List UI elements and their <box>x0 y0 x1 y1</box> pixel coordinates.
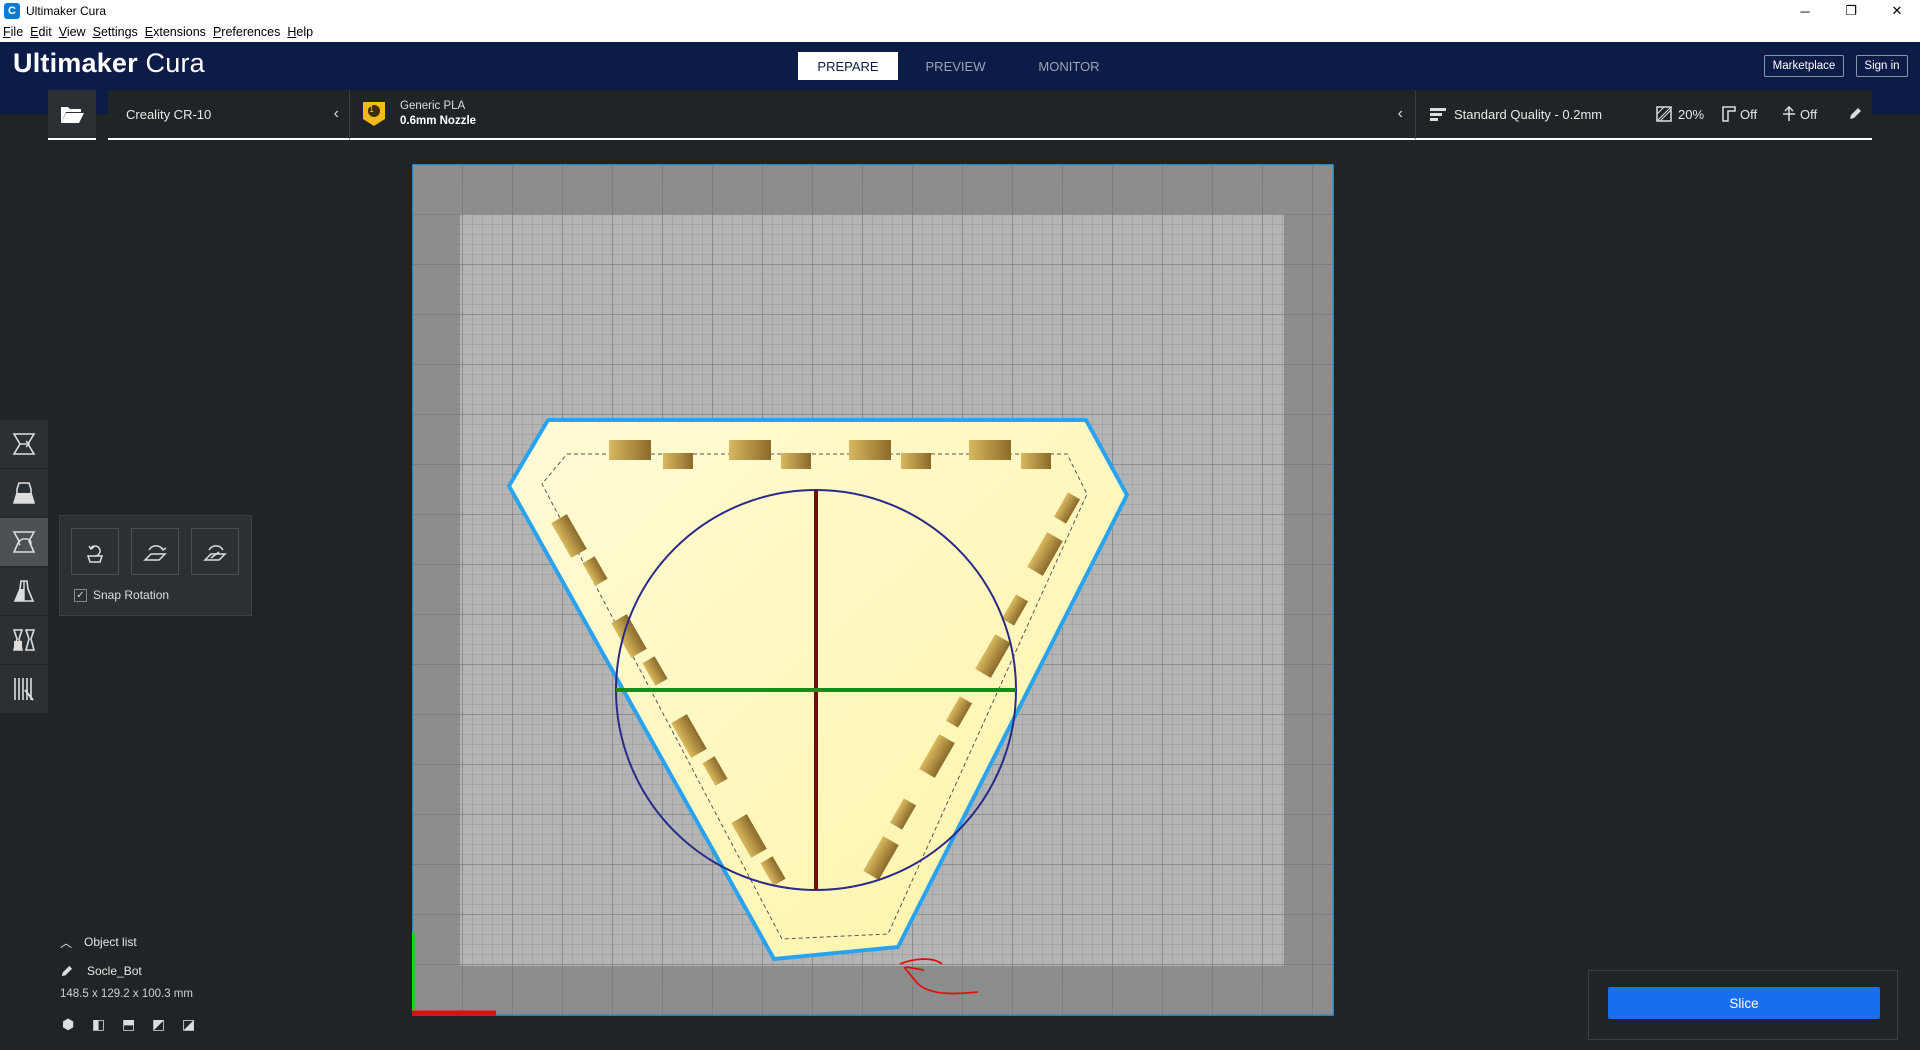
mirror-icon <box>13 580 35 602</box>
menu-preferences[interactable]: Preferences <box>213 25 280 39</box>
menu-file[interactable]: File <box>3 25 23 39</box>
profile-icon <box>1430 108 1446 121</box>
folder-open-icon <box>61 107 84 123</box>
window-controls: ─ ❐ ✕ <box>1782 0 1920 22</box>
quality-profile: Standard Quality - 0.2mm <box>1454 106 1603 122</box>
object-list-toggle[interactable]: ︿ Object list <box>60 932 142 952</box>
open-file-button[interactable] <box>48 90 96 140</box>
menu-settings[interactable]: Settings <box>93 25 138 39</box>
support-blocker-button[interactable] <box>0 665 48 714</box>
cura-app-icon: C <box>4 3 20 19</box>
left-toolbar <box>0 420 48 714</box>
scale-icon <box>12 482 36 504</box>
lay-flat-button[interactable] <box>131 528 179 575</box>
menu-extensions[interactable]: Extensions <box>145 25 206 39</box>
view-3d-icon[interactable]: ⬢ <box>62 1016 92 1033</box>
move-tool-button[interactable] <box>0 420 48 469</box>
select-face-to-align-button[interactable] <box>191 528 239 575</box>
checkbox-check-icon: ✓ <box>74 588 87 602</box>
adhesion-icon <box>1783 106 1795 121</box>
printer-selector[interactable]: Creality CR-10 ‹ <box>108 90 349 140</box>
move-icon <box>12 433 36 455</box>
view-front-icon[interactable]: ◧ <box>92 1016 122 1033</box>
slice-button[interactable]: Slice <box>1608 987 1880 1019</box>
adhesion-value: Off <box>1800 106 1818 122</box>
ultimaker-cura-logo: Ultimaker Cura <box>13 48 205 78</box>
window-titlebar: C Ultimaker Cura ─ ❐ ✕ <box>0 0 1920 22</box>
tab-prepare[interactable]: PREPARE <box>798 52 898 80</box>
pencil-icon[interactable] <box>1848 107 1862 121</box>
object-list-panel: ︿ Object list Socle_Bot <box>60 932 142 981</box>
rotate-tool-panel: ✓ Snap Rotation <box>59 515 252 616</box>
close-button[interactable]: ✕ <box>1874 0 1920 22</box>
chevron-left-icon: ‹ <box>1397 105 1403 122</box>
build-plate-viewport[interactable] <box>409 164 1334 1016</box>
menu-bar: File Edit View Settings Extensions Prefe… <box>0 22 1920 42</box>
material-selector[interactable]: 1 Generic PLA 0.6mm Nozzle ‹ <box>349 90 1415 140</box>
per-model-settings-icon <box>12 629 36 651</box>
object-name-row[interactable]: Socle_Bot <box>60 961 142 981</box>
scale-tool-button[interactable] <box>0 469 48 518</box>
object-dimensions: 148.5 x 129.2 x 100.3 mm <box>60 988 193 1000</box>
view-top-icon[interactable]: ⬒ <box>122 1016 152 1033</box>
view-left-icon[interactable]: ◩ <box>152 1016 182 1033</box>
support-icon <box>1722 106 1736 122</box>
infill-value: 20% <box>1678 106 1705 122</box>
restore-button[interactable]: ❐ <box>1828 0 1874 22</box>
reset-rotation-icon <box>86 544 104 563</box>
mirror-tool-button[interactable] <box>0 567 48 616</box>
support-value: Off <box>1740 106 1758 122</box>
object-name: Socle_Bot <box>87 964 142 978</box>
reset-rotation-button[interactable] <box>71 528 119 575</box>
lay-flat-icon <box>143 544 167 561</box>
sign-in-button[interactable]: Sign in <box>1856 55 1908 77</box>
snap-rotation-checkbox[interactable]: ✓ Snap Rotation <box>74 588 169 602</box>
print-settings-selector[interactable]: Standard Quality - 0.2mm 20% Off Off <box>1415 90 1872 140</box>
camera-view-buttons: ⬢ ◧ ⬒ ◩ ◪ <box>62 1016 212 1033</box>
build-plate[interactable] <box>409 164 1334 1016</box>
rotate-tool-button[interactable] <box>0 518 48 567</box>
object-list-label: Object list <box>84 935 137 949</box>
nozzle-size: 0.6mm Nozzle <box>400 115 477 127</box>
stage-tabs: PREPARE PREVIEW MONITOR <box>798 52 1125 80</box>
view-right-icon[interactable]: ◪ <box>182 1016 212 1033</box>
chevron-up-icon: ︿ <box>60 935 73 950</box>
minimize-button[interactable]: ─ <box>1782 0 1828 22</box>
per-model-settings-button[interactable] <box>0 616 48 665</box>
align-face-icon <box>203 544 227 561</box>
chevron-left-icon: ‹ <box>333 105 339 122</box>
infill-icon <box>1656 106 1672 122</box>
material-badge: 1 <box>369 104 375 114</box>
menu-edit[interactable]: Edit <box>30 25 52 39</box>
tab-preview[interactable]: PREVIEW <box>898 52 1013 80</box>
window-title: Ultimaker Cura <box>26 4 107 18</box>
rotate-icon <box>12 531 36 553</box>
menu-help[interactable]: Help <box>287 25 313 39</box>
marketplace-button[interactable]: Marketplace <box>1764 55 1844 77</box>
snap-rotation-label: Snap Rotation <box>93 588 170 602</box>
printer-name: Creality CR-10 <box>126 106 212 122</box>
tab-monitor[interactable]: MONITOR <box>1013 52 1125 80</box>
support-blocker-icon <box>14 678 34 701</box>
material-name: Generic PLA <box>400 100 466 112</box>
menu-view[interactable]: View <box>59 25 86 39</box>
action-panel: Slice <box>1588 970 1898 1040</box>
pencil-icon <box>61 965 73 976</box>
